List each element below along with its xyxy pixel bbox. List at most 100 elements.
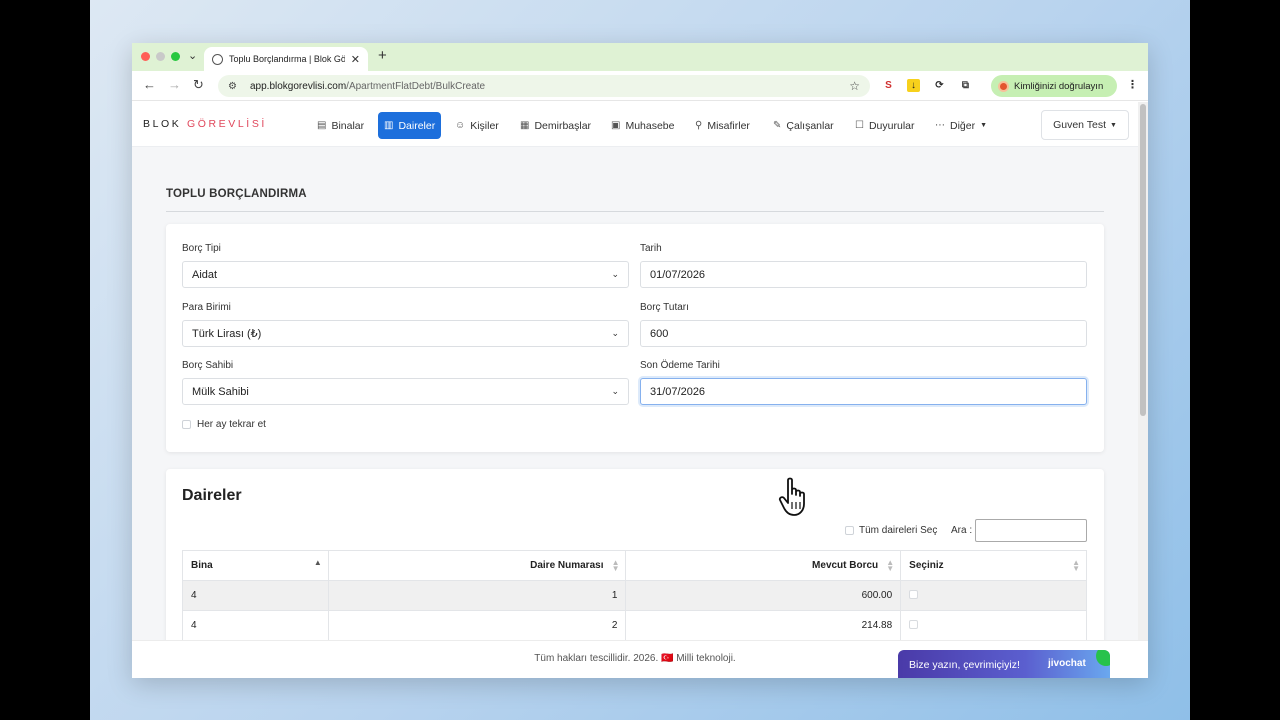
tab-bar: ⌄ Toplu Borçlandırma | Blok Gör ✕ + bbox=[132, 43, 1148, 71]
maximize-window-button[interactable] bbox=[171, 52, 180, 61]
tarih-label: Tarih bbox=[640, 243, 662, 254]
window-controls bbox=[141, 52, 180, 61]
extension-download-icon[interactable]: ↓ bbox=[907, 79, 920, 92]
nav-diger[interactable]: ⋯ Diğer ▼ bbox=[929, 112, 993, 139]
borc-sahibi-label: Borç Sahibi bbox=[182, 360, 234, 371]
walking-icon: ⚲ bbox=[695, 120, 703, 131]
nav-daireler[interactable]: ▥ Daireler bbox=[378, 112, 442, 139]
extension-sync-icon[interactable]: ⟳ bbox=[933, 79, 946, 92]
browser-tab-active[interactable]: Toplu Borçlandırma | Blok Gör ✕ bbox=[204, 47, 368, 71]
chat-online-indicator bbox=[1096, 650, 1110, 666]
close-window-button[interactable] bbox=[141, 52, 150, 61]
site-info-icon[interactable]: ⚙ bbox=[228, 81, 240, 92]
tab-search-chevron-icon[interactable]: ⌄ bbox=[188, 49, 197, 62]
page-scrollbar[interactable] bbox=[1138, 102, 1148, 640]
borc-tipi-value: Aidat bbox=[192, 268, 218, 281]
caret-down-icon: ▼ bbox=[980, 122, 988, 129]
building-icon: ▤ bbox=[317, 120, 327, 131]
column-header-bina[interactable]: Bina ▲ bbox=[182, 550, 329, 581]
forward-arrow-icon[interactable]: → bbox=[168, 77, 181, 92]
url-host: app.blokgorevlisi.com bbox=[250, 80, 347, 92]
son-odeme-input[interactable]: 31/07/2026 bbox=[640, 378, 1087, 405]
nav-kisiler[interactable]: ☺ Kişiler bbox=[449, 112, 505, 139]
message-icon: ☐ bbox=[855, 120, 864, 131]
borc-tutari-value: 600 bbox=[650, 327, 669, 340]
tarih-value: 01/07/2026 bbox=[650, 268, 706, 281]
back-arrow-icon[interactable]: ← bbox=[143, 77, 156, 92]
site-logo[interactable]: BLOK GÖREVLİSİ bbox=[143, 118, 267, 130]
user-menu-button[interactable]: Guven Test ▼ bbox=[1041, 110, 1129, 140]
column-header-daire[interactable]: Daire Numarası ▲ ▼ bbox=[327, 550, 627, 581]
browser-window: ⌄ Toplu Borçlandırma | Blok Gör ✕ + ← → … bbox=[132, 43, 1148, 678]
para-birimi-value: Türk Lirası (₺) bbox=[192, 328, 262, 340]
nav-muhasebe[interactable]: ▣ Muhasebe bbox=[605, 112, 681, 139]
cell-select bbox=[900, 580, 1087, 611]
minimize-window-button[interactable] bbox=[156, 52, 165, 61]
browser-menu-icon[interactable]: ⋮ bbox=[1127, 78, 1138, 91]
repeat-monthly-checkbox[interactable] bbox=[182, 420, 191, 429]
nav-label: Misafirler bbox=[707, 119, 750, 132]
apartment-icon: ▥ bbox=[384, 120, 394, 131]
sort-icon: ▲ ▼ bbox=[1072, 558, 1080, 573]
borc-tutari-input[interactable]: 600 bbox=[640, 320, 1087, 347]
verify-identity-button[interactable]: Kimliğinizi doğrulayın bbox=[991, 75, 1117, 97]
column-label: Daire Numarası bbox=[530, 560, 604, 571]
dots-icon: ⋯ bbox=[935, 120, 945, 131]
nav-calisanlar[interactable]: ✎ Çalışanlar bbox=[767, 112, 840, 139]
select-all-checkbox[interactable] bbox=[845, 526, 854, 535]
sort-icon: ▲ ▼ bbox=[611, 558, 620, 573]
url-path: /ApartmentFlatDebt/BulkCreate bbox=[346, 80, 486, 92]
new-tab-icon[interactable]: + bbox=[378, 47, 387, 64]
nav-demirbaslar[interactable]: ▦ Demirbaşlar bbox=[514, 112, 597, 139]
column-label: Bina bbox=[191, 560, 213, 571]
nav-binalar[interactable]: ▤ Binalar bbox=[311, 112, 370, 139]
column-header-borc[interactable]: Mevcut Borcu ▲ ▼ bbox=[625, 550, 902, 581]
row-select-checkbox[interactable] bbox=[909, 589, 919, 599]
nav-label: Diğer bbox=[950, 119, 976, 132]
chevron-down-icon: ⌄ bbox=[611, 328, 619, 338]
column-header-seciniz[interactable]: Seçiniz ▲ ▼ bbox=[900, 550, 1087, 581]
sort-asc-icon: ▲ bbox=[313, 558, 322, 567]
son-odeme-label: Son Ödeme Tarihi bbox=[640, 360, 720, 371]
nav-duyurular[interactable]: ☐ Duyurular bbox=[849, 112, 921, 139]
extension-s-icon[interactable]: S bbox=[882, 79, 895, 92]
cell-bina: 4 bbox=[182, 610, 329, 640]
table-row: 4 1 600.00 bbox=[182, 580, 1087, 611]
nav-label: Demirbaşlar bbox=[534, 119, 592, 132]
tarih-input[interactable]: 01/07/2026 bbox=[640, 261, 1087, 288]
scrollbar-thumb[interactable] bbox=[1140, 104, 1146, 416]
nav-label: Daireler bbox=[398, 119, 436, 132]
site-header: BLOK GÖREVLİSİ ▤ Binalar ▥ Daireler ☺ Ki… bbox=[132, 102, 1138, 147]
extensions-puzzle-icon[interactable]: ⧉ bbox=[959, 79, 972, 92]
money-icon: ▣ bbox=[611, 120, 621, 131]
nav-label: Çalışanlar bbox=[786, 119, 834, 132]
borc-sahibi-value: Mülk Sahibi bbox=[192, 385, 249, 398]
bookmark-star-icon[interactable]: ☆ bbox=[849, 79, 860, 93]
table-icon: ▦ bbox=[520, 120, 530, 131]
repeat-monthly-label: Her ay tekrar et bbox=[197, 419, 266, 430]
borc-tipi-select[interactable]: Aidat ⌄ bbox=[182, 261, 629, 288]
search-label: Ara : bbox=[951, 525, 973, 536]
borc-sahibi-select[interactable]: Mülk Sahibi ⌄ bbox=[182, 378, 629, 405]
column-label: Seçiniz bbox=[909, 560, 944, 571]
para-birimi-select[interactable]: Türk Lirası (₺) ⌄ bbox=[182, 320, 629, 347]
nav-misafirler[interactable]: ⚲ Misafirler bbox=[689, 112, 756, 139]
chat-brand-logo: jivochat bbox=[1048, 658, 1086, 669]
address-bar[interactable]: ⚙ app.blokgorevlisi.com/ApartmentFlatDeb… bbox=[218, 75, 870, 97]
borc-tutari-label: Borç Tutarı bbox=[640, 302, 689, 313]
person-icon: ☺ bbox=[455, 120, 466, 131]
page-content: TOPLU BORÇLANDIRMA Borç Tipi Aidat ⌄ Tar… bbox=[132, 147, 1138, 640]
table-row: 4 2 214.88 bbox=[182, 610, 1087, 640]
profile-avatar-icon bbox=[998, 80, 1009, 92]
title-divider bbox=[166, 211, 1104, 212]
reload-icon[interactable]: ↻ bbox=[193, 77, 204, 93]
table-header-row: Bina ▲ Daire Numarası ▲ ▼ Mevcut Borcu ▲ ▼ bbox=[182, 550, 1087, 581]
row-select-checkbox[interactable] bbox=[909, 619, 919, 629]
cell-borc: 600.00 bbox=[625, 580, 902, 611]
nav-label: Muhasebe bbox=[625, 119, 675, 132]
tab-close-icon[interactable]: ✕ bbox=[351, 53, 360, 66]
search-input[interactable] bbox=[975, 519, 1087, 542]
caret-down-icon: ▼ bbox=[1109, 121, 1117, 129]
chevron-down-icon: ⌄ bbox=[611, 386, 619, 396]
chat-widget-button[interactable]: Bize yazın, çevrimiçiyiz! jivochat bbox=[898, 650, 1110, 678]
